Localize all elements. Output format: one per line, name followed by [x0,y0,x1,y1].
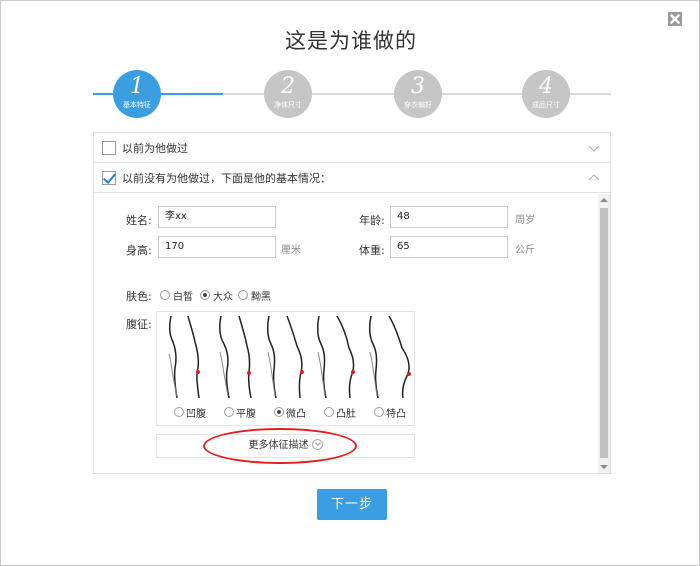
scroll-up-arrow[interactable] [598,194,610,206]
step-number: 3 [411,74,425,99]
triangle-down-icon [600,465,608,469]
skin-option-average[interactable]: 大众 [213,288,233,303]
weight-unit: 公斤 [515,245,535,256]
height-unit: 厘米 [281,245,301,256]
name-input[interactable]: 李xx [158,206,276,228]
belly-radio-concave[interactable] [174,407,184,417]
skin-label: 肤色: [126,290,152,303]
belly-option-concave[interactable]: 凹腹 [186,405,206,420]
triangle-up-icon [600,198,608,202]
accordion-made-before[interactable]: 以前为他做过 [94,133,610,163]
belly-radio-flat[interactable] [224,407,234,417]
belly-radio-protruding[interactable] [324,407,334,417]
belly-figure-concave [168,315,200,399]
step-4[interactable]: 4 成品尺寸 [522,70,570,118]
dialog-title: 这是为谁做的 [285,29,417,53]
step-label: 成品尺寸 [532,101,560,109]
dialog-window: 这是为谁做的 1 基本特征 2 净体尺寸 3 穿衣偏好 4 成品尺寸 以前为他做… [0,0,700,566]
belly-radio-very-protruding[interactable] [374,407,384,417]
chevron-down-icon[interactable] [588,142,600,154]
weight-input[interactable]: 65 [390,236,508,258]
skin-option-dark[interactable]: 黝黑 [251,288,271,303]
step-3[interactable]: 3 穿衣偏好 [394,70,442,118]
name-label: 姓名: [126,214,152,227]
belly-figure-flat [219,315,252,399]
height-input[interactable]: 170 [158,236,276,258]
step-1[interactable]: 1 基本特征 [113,70,161,118]
step-number: 1 [130,74,144,99]
weight-label: 体重: [359,244,385,257]
belly-option-protruding[interactable]: 凸肚 [336,405,356,420]
skin-radio-fair[interactable] [160,290,170,300]
profile-form: 姓名: 李xx 年龄: 48 周岁 身高: 170 厘米 体重: 65 公斤 肤… [94,194,598,473]
age-label: 年龄: [359,214,385,227]
belly-option-slight[interactable]: 微凸 [286,405,306,420]
next-step-button[interactable]: 下一步 [317,489,387,520]
belly-radio-slight[interactable] [274,407,284,417]
height-label: 身高: [126,244,152,257]
scrollbar[interactable] [598,194,610,473]
step-label: 穿衣偏好 [404,101,432,109]
scroll-thumb[interactable] [600,208,608,458]
step-label: 基本特征 [123,101,151,109]
skin-radio-average[interactable] [200,290,210,300]
skin-option-fair[interactable]: 白皙 [173,288,193,303]
not-made-before-checkbox[interactable] [102,171,116,185]
belly-label: 腹征: [126,318,152,331]
age-unit: 周岁 [515,215,535,226]
step-label: 净体尺寸 [274,101,302,109]
skin-radio-dark[interactable] [238,290,248,300]
not-made-before-label: 以前没有为他做过，下面是他的基本情况： [122,172,331,185]
belly-option-very-protruding[interactable]: 特凸 [386,405,406,420]
accordion-not-made-before[interactable]: 以前没有为他做过，下面是他的基本情况： [94,163,610,193]
highlight-ellipse [203,428,357,464]
scroll-down-arrow[interactable] [598,461,610,473]
age-input[interactable]: 48 [390,206,508,228]
belly-figure-slight [266,315,304,399]
belly-option-flat[interactable]: 平腹 [236,405,256,420]
step-2[interactable]: 2 净体尺寸 [264,70,312,118]
chevron-up-icon[interactable] [588,172,600,184]
made-before-label: 以前为他做过 [122,142,188,155]
belly-figures [168,315,411,399]
step-number: 2 [281,74,295,99]
belly-figure-protruding [316,315,355,399]
step-number: 4 [539,74,553,99]
profile-panel: 以前为他做过 以前没有为他做过，下面是他的基本情况： 姓名: 李xx 年龄: 4… [93,132,611,474]
made-before-checkbox[interactable] [102,141,116,155]
belly-figure-very-protruding [368,315,411,399]
belly-options: 凹腹 平腹 微凸 凸肚 特凸 [156,311,415,426]
